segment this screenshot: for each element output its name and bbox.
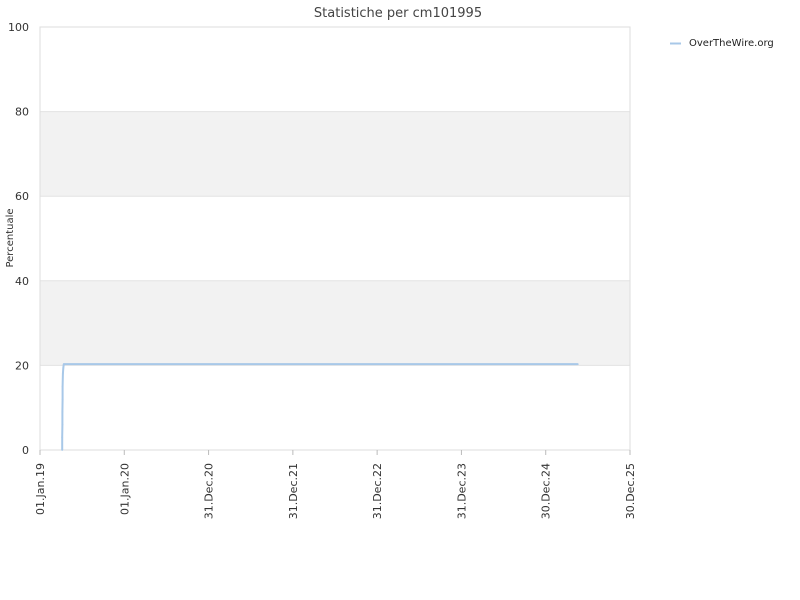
plot-band — [40, 280, 630, 366]
y-axis-label: Percentuale — [5, 208, 16, 267]
y-tick-label: 80 — [15, 106, 29, 119]
data-point — [61, 411, 64, 413]
chart: Statistiche per cm101995 0 20 40 60 80 100 01… — [5, 6, 774, 519]
plot-frame — [39, 26, 631, 451]
data-point — [61, 372, 64, 375]
series-line-0 — [61, 363, 578, 450]
y-tick-label: 60 — [15, 190, 29, 203]
data-point — [61, 423, 64, 426]
y-tick-label: 100 — [8, 21, 29, 34]
data-point — [61, 385, 64, 388]
x-tick-label: 31.Dec.20 — [203, 463, 216, 519]
x-tick-label: 01.Jan.20 — [118, 463, 131, 515]
legend: OverTheWire.org — [670, 38, 774, 49]
x-tick-label: 31.Dec.23 — [455, 463, 468, 519]
x-tick-label: 31.Dec.22 — [371, 463, 384, 519]
x-axis: 01.Jan.19 01.Jan.20 31.Dec.20 31.Dec.21 31.D… — [34, 450, 637, 519]
y-tick-label: 20 — [15, 359, 29, 372]
data-point — [61, 449, 64, 451]
data-point — [62, 367, 65, 369]
y-tick-label: 0 — [22, 444, 29, 457]
plot-bands — [40, 111, 630, 366]
series-layer — [61, 363, 579, 451]
legend-label: OverTheWire.org — [689, 38, 774, 49]
y-tick-label: 40 — [15, 275, 29, 288]
x-tick-label: 30.Dec.25 — [624, 463, 637, 519]
data-point — [61, 398, 64, 401]
plot-band — [40, 111, 630, 197]
gridlines — [40, 26, 630, 451]
x-tick-label: 30.Dec.24 — [540, 463, 553, 519]
x-tick-label: 31.Dec.21 — [287, 463, 300, 519]
data-point — [62, 363, 65, 366]
x-tick-label: 01.Jan.19 — [34, 463, 47, 515]
data-point — [61, 436, 64, 439]
chart-title: Statistiche per cm101995 — [314, 6, 482, 21]
data-point — [576, 363, 579, 366]
